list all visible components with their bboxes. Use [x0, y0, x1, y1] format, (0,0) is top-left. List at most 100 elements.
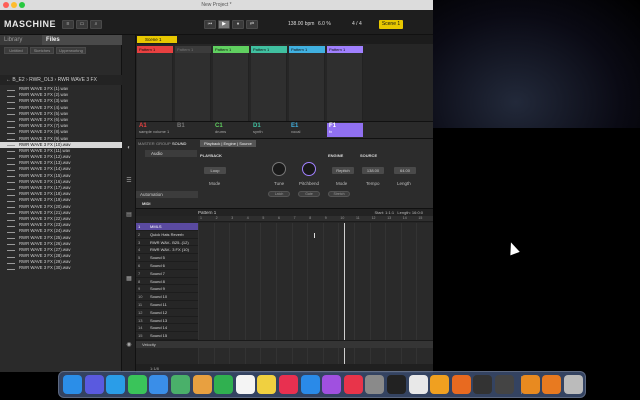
plugin-icon[interactable]: ▤: [125, 211, 133, 218]
group-slot[interactable]: F1 fx: [327, 123, 363, 137]
pattern-column[interactable]: [213, 53, 249, 121]
pattern-slot[interactable]: Pattern 1: [175, 46, 211, 53]
dock-app-icon[interactable]: [451, 375, 471, 394]
dock-app-icon[interactable]: [430, 375, 450, 394]
pattern-slot[interactable]: Pattern 1: [137, 46, 173, 53]
dock-app-icon[interactable]: [214, 375, 234, 394]
pad-row[interactable]: 5 Sound 5: [136, 254, 198, 262]
source-length-value[interactable]: 64.00: [394, 167, 416, 174]
dock-app-icon[interactable]: [84, 375, 104, 394]
sampling-icon[interactable]: ◐: [125, 145, 133, 151]
scene-indicator[interactable]: Scene 1: [379, 20, 403, 29]
pattern-slot[interactable]: Pattern 1: [251, 46, 287, 53]
source-tempo-value[interactable]: 138.00: [362, 167, 384, 174]
group-slot[interactable]: B1: [175, 123, 211, 137]
group-slot[interactable]: D1 synth: [251, 123, 287, 137]
pattern-column[interactable]: [327, 53, 363, 121]
browser-toggle-button[interactable]: ▭: [76, 20, 88, 29]
pattern-start[interactable]: Start: 1:1:1: [375, 210, 395, 215]
pad-row[interactable]: 1 MMLS: [136, 223, 198, 231]
pattern-name[interactable]: Pattern 1: [198, 209, 216, 216]
pattern-column[interactable]: [137, 53, 173, 121]
dock-app-icon[interactable]: [106, 375, 126, 394]
gate-button[interactable]: Gate: [298, 191, 320, 197]
dock-app-icon[interactable]: [300, 375, 320, 394]
tempo-display[interactable]: 138.00 bpm: [288, 20, 314, 29]
dock-app-icon[interactable]: [495, 375, 514, 394]
pad-row[interactable]: 6 Sound 6: [136, 262, 198, 270]
audio-icon[interactable]: ◉: [125, 341, 133, 348]
pad-row[interactable]: 8 Sound 8: [136, 278, 198, 286]
pattern-column[interactable]: [289, 53, 325, 121]
tab-sound[interactable]: SOUND: [170, 140, 188, 147]
loop-button[interactable]: ⇄: [246, 20, 258, 29]
tune-knob[interactable]: [272, 162, 286, 176]
engine-mode-value[interactable]: Repitch: [332, 167, 354, 174]
folder-path[interactable]: ← B_E2 › RWR_OL3 › RWR WAVE 3 FX: [0, 75, 122, 85]
menu-button[interactable]: ≡: [62, 20, 74, 29]
group-slot[interactable]: C1 drums: [213, 123, 249, 137]
pattern-length[interactable]: Length: 16:0:0: [397, 210, 423, 215]
dock-app-icon[interactable]: [279, 375, 298, 394]
favorite-upperworkng[interactable]: Upperworkng: [56, 47, 86, 54]
pattern-column[interactable]: [251, 53, 287, 121]
pad-row[interactable]: 13 Sound 13: [136, 317, 198, 325]
tab-library[interactable]: Library: [0, 35, 42, 45]
dock-app-icon[interactable]: [127, 375, 147, 394]
dock-app-icon[interactable]: [365, 375, 385, 394]
dock-app-icon[interactable]: [408, 375, 428, 394]
dock-app-icon[interactable]: [171, 375, 190, 394]
search-button[interactable]: ⌕: [90, 20, 102, 29]
pattern-slot[interactable]: Pattern 1: [289, 46, 325, 53]
favorite-untitled[interactable]: Untitled: [4, 47, 28, 54]
mixer-icon[interactable]: ☰: [125, 177, 133, 184]
dock-app-icon[interactable]: [520, 375, 540, 394]
mode-value[interactable]: Loop: [204, 167, 226, 174]
pattern-column[interactable]: [175, 53, 211, 121]
dock-app-icon[interactable]: [343, 375, 363, 394]
dock-app-icon[interactable]: [149, 375, 169, 394]
time-signature[interactable]: 4 / 4: [352, 20, 362, 29]
note-event[interactable]: [314, 233, 315, 238]
pad-row[interactable]: 12 Sound 12: [136, 309, 198, 317]
pad-row[interactable]: 10 Sound 10: [136, 293, 198, 301]
pad-row[interactable]: 9 Sound 9: [136, 285, 198, 294]
pattern-slot[interactable]: Pattern 1: [327, 46, 363, 53]
dock-app-icon[interactable]: [322, 375, 342, 394]
dock-app-icon[interactable]: [192, 375, 212, 394]
latch-button[interactable]: Latch: [268, 191, 290, 197]
stretch-button[interactable]: Stretch: [328, 191, 350, 197]
pad-row[interactable]: 4 RWR WAV.. 3 FX (10): [136, 246, 198, 255]
pad-row[interactable]: 2 Quick Hats Reverb: [136, 231, 198, 239]
record-button[interactable]: ●: [232, 20, 244, 29]
pad-row[interactable]: 3 RWR WAV.. B25..(12): [136, 239, 198, 247]
keyboard-icon[interactable]: ▦: [125, 275, 133, 282]
automation-button[interactable]: Automation: [136, 191, 198, 198]
restart-button[interactable]: ⏮: [204, 20, 216, 29]
timeline-ruler[interactable]: 1 2 3 4 5 6 7 8 9 10 11 12 13 14 15: [198, 216, 433, 222]
pitchbend-knob[interactable]: [302, 162, 316, 176]
pad-row[interactable]: 14 Sound 14: [136, 324, 198, 333]
dock-app-icon[interactable]: [563, 375, 583, 394]
pad-row[interactable]: 11 Sound 11: [136, 301, 198, 309]
scene-1[interactable]: Scene 1: [137, 36, 177, 43]
favorite-sketches[interactable]: Sketches: [30, 47, 54, 54]
dock-app-icon[interactable]: [257, 375, 277, 394]
dock-app-icon[interactable]: [63, 375, 82, 394]
page-tab[interactable]: Playback | Engine | Source: [200, 140, 256, 147]
tab-files[interactable]: Files: [42, 35, 122, 45]
dock-app-icon[interactable]: [235, 375, 255, 394]
dock-app-icon[interactable]: [542, 375, 562, 394]
dock-app-icon[interactable]: [473, 375, 493, 394]
velocity-lane[interactable]: Velocity: [136, 340, 433, 348]
group-slot[interactable]: E1 vocal: [289, 123, 325, 137]
file-name: RWR WAVE 3 FX (1).wav: [19, 86, 69, 91]
play-button[interactable]: ▶: [218, 20, 230, 29]
pattern-slot[interactable]: Pattern 1: [213, 46, 249, 53]
dock-app-icon[interactable]: [387, 375, 406, 394]
file-item[interactable]: RWR WAVE 3 FX (30).wav: [0, 265, 122, 271]
pad-row[interactable]: 7 Sound 7: [136, 270, 198, 278]
sound-selector[interactable]: Audio: [145, 150, 197, 157]
group-slot[interactable]: A1 sample volume 1: [137, 123, 173, 137]
pad-row[interactable]: 15 Sound 15: [136, 332, 198, 340]
